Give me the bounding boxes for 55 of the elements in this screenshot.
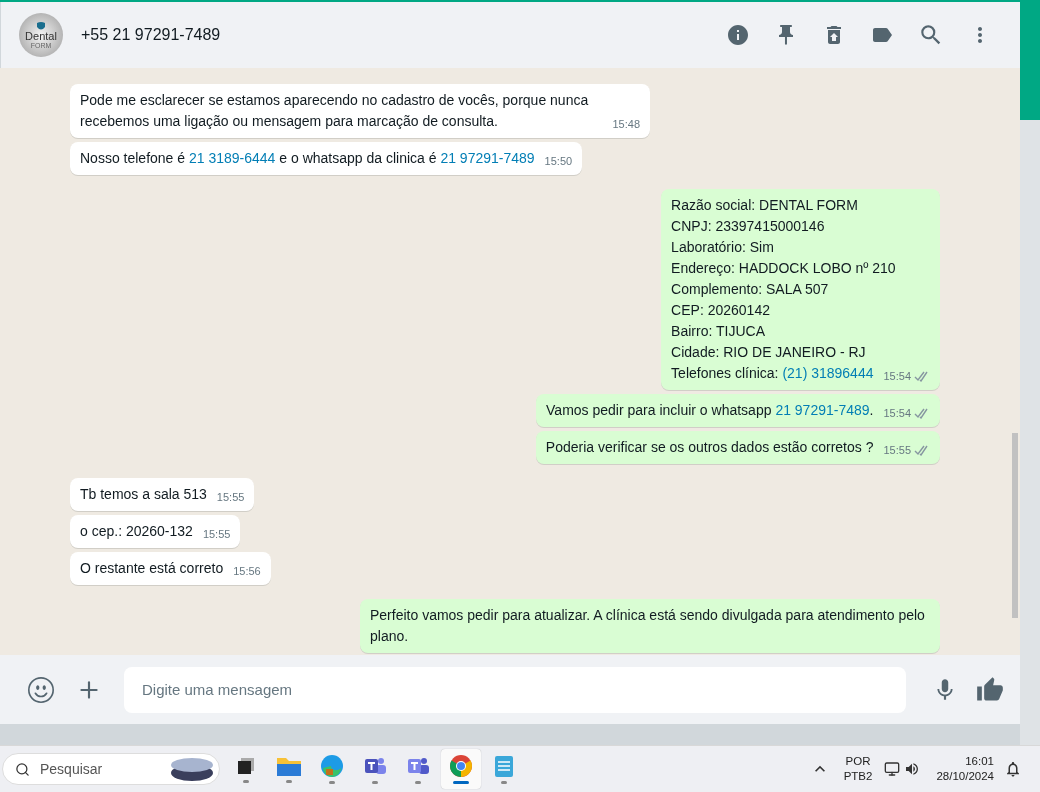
browser-icon xyxy=(449,754,473,778)
clock-date: 28/10/2024 xyxy=(936,769,994,784)
message-text: Cidade: RIO DE JANEIRO - RJ xyxy=(671,343,867,362)
message-time: 15:48 xyxy=(612,117,640,132)
info-icon[interactable] xyxy=(726,23,750,47)
avatar-logo-text: Dental xyxy=(25,30,57,42)
emoji-icon[interactable] xyxy=(28,676,54,703)
message-text: Razão social: DENTAL FORM xyxy=(671,196,859,215)
search-icon xyxy=(15,761,30,777)
search-placeholder: Pesquisar xyxy=(40,759,104,779)
notepad-icon xyxy=(493,754,515,778)
scrollbar-thumb[interactable] xyxy=(1012,433,1018,618)
message-text: Perfeito vamos pedir para atualizar. A clínica está sendo divulgada para atendimento pelo plano. xyxy=(370,606,926,646)
message-text: CEP: 20260142 xyxy=(671,301,771,320)
contact-name[interactable]: +55 21 97291-7489 xyxy=(81,23,726,47)
widget-image-icon xyxy=(169,756,215,782)
message-text: Bairro: TIJUCA xyxy=(671,322,766,341)
notification-bell-icon[interactable] xyxy=(1004,760,1022,778)
message-text: Endereço: HADDOCK LOBO nº 210 xyxy=(671,259,897,278)
message-time: 15:50 xyxy=(544,154,573,169)
message-time: 15:56 xyxy=(233,564,261,579)
message-text: Complemento: SALA 507 xyxy=(671,280,830,299)
window-stack-icon xyxy=(235,755,257,777)
message-time: 15:54 xyxy=(883,369,911,384)
message-text: Laboratório: Sim xyxy=(671,238,775,257)
clock[interactable]: 16:01 28/10/2024 xyxy=(936,754,994,784)
phone-link[interactable]: 21 3189-6444 xyxy=(188,150,276,166)
language-text: POR xyxy=(845,754,871,769)
message-text: Vamos pedir para incluir o whatsapp 21 97291-7489. xyxy=(546,401,874,420)
clock-time: 16:01 xyxy=(965,754,994,769)
message-text: O restante está correto xyxy=(80,559,224,578)
folder-icon xyxy=(276,755,302,777)
tooth-logo-icon xyxy=(37,21,45,31)
message-time: 15:54 xyxy=(883,406,911,421)
message-time: 15:55 xyxy=(883,443,911,458)
phone-link[interactable]: 21 97291-7489 xyxy=(775,402,870,418)
message-text: CNPJ: 23397415000146 xyxy=(671,217,826,236)
taskbar-search-field[interactable]: Pesquisar xyxy=(2,753,220,785)
keyboard-layout-text: PTB2 xyxy=(843,769,873,784)
phone-link[interactable]: (21) 31896444 xyxy=(782,365,874,381)
message-text: Telefones clínica: (21) 31896444 xyxy=(671,364,874,383)
message-text: Tb temos a sala 513 xyxy=(80,485,207,504)
network-icon[interactable] xyxy=(884,761,901,777)
volume-icon[interactable] xyxy=(904,761,921,777)
wave-circle-icon xyxy=(320,754,344,778)
phone-link[interactable]: 21 97291-7489 xyxy=(440,150,535,166)
message-time: 15:55 xyxy=(216,490,245,505)
message-text: Poderia verificar se os outros dados estão corretos ? xyxy=(545,438,874,457)
language-indicator[interactable]: POR PTB2 xyxy=(843,754,873,784)
message-time: 15:55 xyxy=(202,527,231,542)
message-text: Pode me esclarecer se estamos aparecendo no cadastro de vocês, porque nunca recebemos uma ligação ou mensagem para marcação de consulta. xyxy=(80,91,590,131)
message-input[interactable]: Digite uma mensagem xyxy=(124,666,906,713)
message-text: Nosso telefone é 21 3189-6444 e o whatsapp da clinica é 21 97291-7489 xyxy=(80,149,535,168)
thumbs-up-icon[interactable] xyxy=(976,675,1004,704)
message-text: o cep.: 20260-132 xyxy=(80,522,193,541)
